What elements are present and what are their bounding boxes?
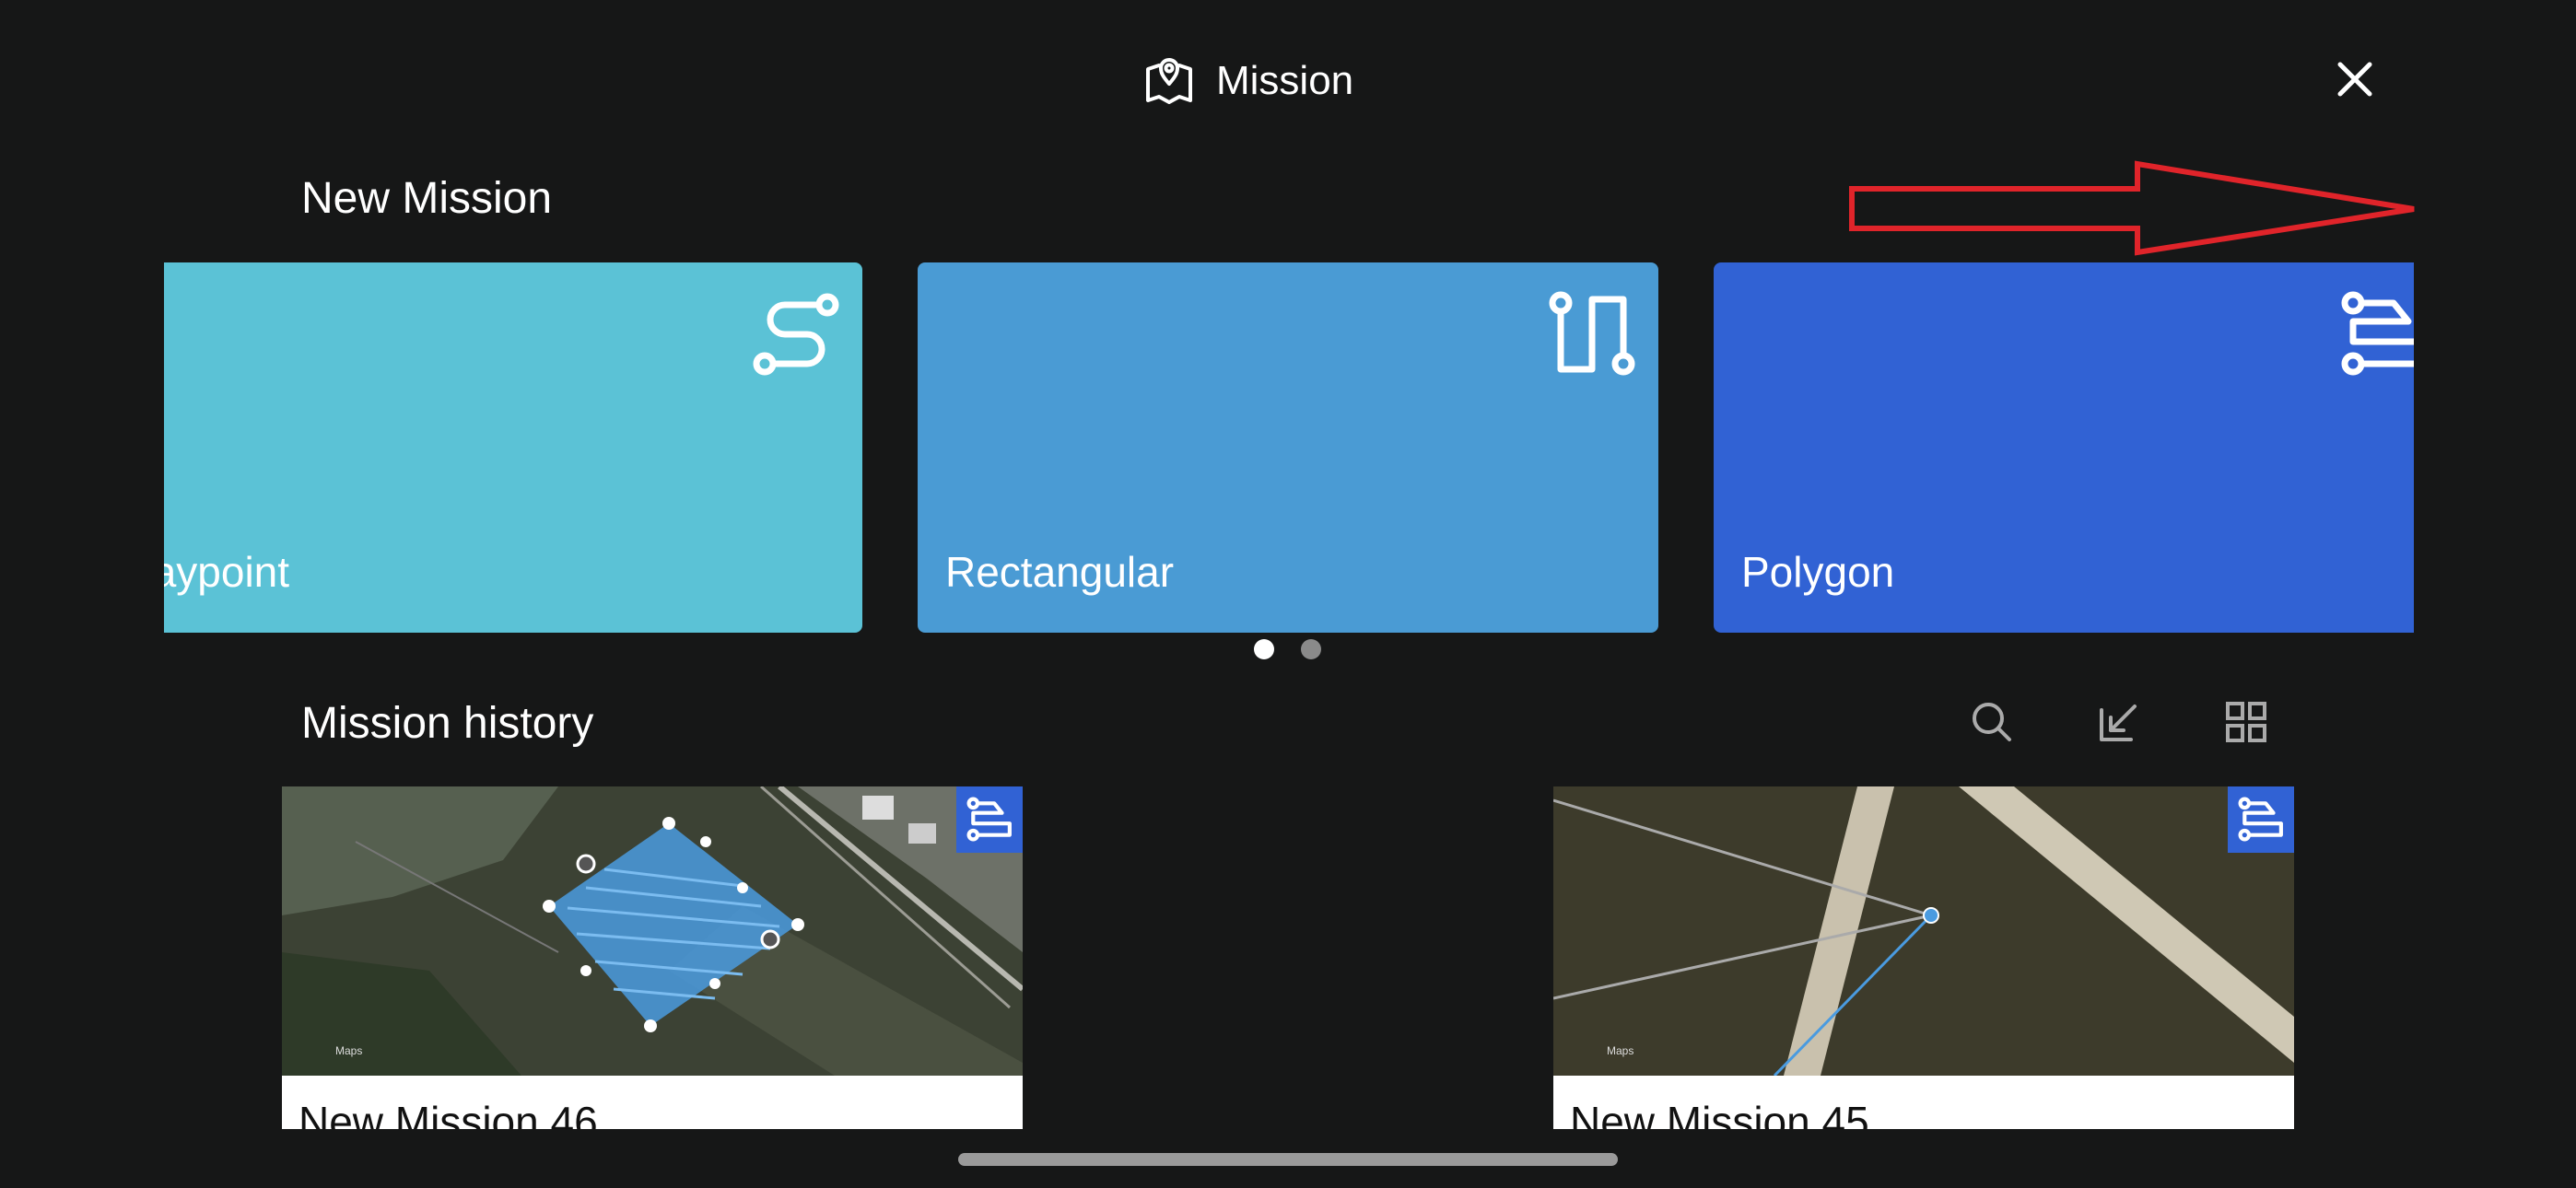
page-indicator-dot[interactable] <box>1301 639 1321 659</box>
waypoint-mission-card[interactable]: Waypoint <box>164 262 862 633</box>
polygon-route-icon <box>2340 290 2414 383</box>
waypoint-route-icon <box>752 290 840 383</box>
annotation-arrow-icon <box>1843 157 2423 262</box>
polygon-label: Polygon <box>1741 548 1895 596</box>
polygon-mission-card[interactable]: Polygon <box>1714 262 2414 633</box>
search-button[interactable] <box>1962 694 2021 753</box>
search-icon <box>1971 701 2013 748</box>
page-title: Mission <box>1216 58 1354 103</box>
rectangular-mission-card[interactable]: Rectangular <box>918 262 1658 633</box>
waypoint-label: Waypoint <box>164 548 290 596</box>
mission-history-title: Mission history <box>301 699 594 748</box>
page-indicator-dot-active[interactable] <box>1254 639 1274 659</box>
new-mission-title: New Mission <box>301 174 553 223</box>
maps-attribution: Maps <box>1607 1044 1634 1057</box>
map-pin-icon <box>1142 52 1196 111</box>
mission-type-badge <box>2228 786 2294 853</box>
mission-map-thumbnail <box>1553 786 2294 1077</box>
grid-view-icon <box>2225 701 2267 748</box>
rectangular-route-icon <box>1548 290 1636 383</box>
mission-history-card[interactable]: Maps New Mission 45 <box>1553 786 2294 1129</box>
new-mission-carousel[interactable]: Waypoint Rectangular Polygon <box>164 262 2414 633</box>
mission-name: New Mission 46 <box>299 1098 598 1129</box>
maps-attribution: Maps <box>335 1044 363 1057</box>
grid-view-button[interactable] <box>2217 694 2276 753</box>
home-indicator[interactable] <box>958 1153 1618 1166</box>
mission-history-card[interactable]: Maps New Mission 46 <box>282 786 1023 1129</box>
header-title: Mission <box>1142 48 1353 114</box>
mission-map-thumbnail <box>282 786 1023 1076</box>
mission-type-badge <box>956 786 1023 853</box>
mission-name: New Mission 45 <box>1570 1098 1869 1129</box>
rectangular-label: Rectangular <box>945 548 1175 596</box>
import-button[interactable] <box>2090 694 2149 753</box>
close-icon <box>2335 59 2375 104</box>
close-button[interactable] <box>2322 48 2388 114</box>
import-icon <box>2098 701 2140 748</box>
